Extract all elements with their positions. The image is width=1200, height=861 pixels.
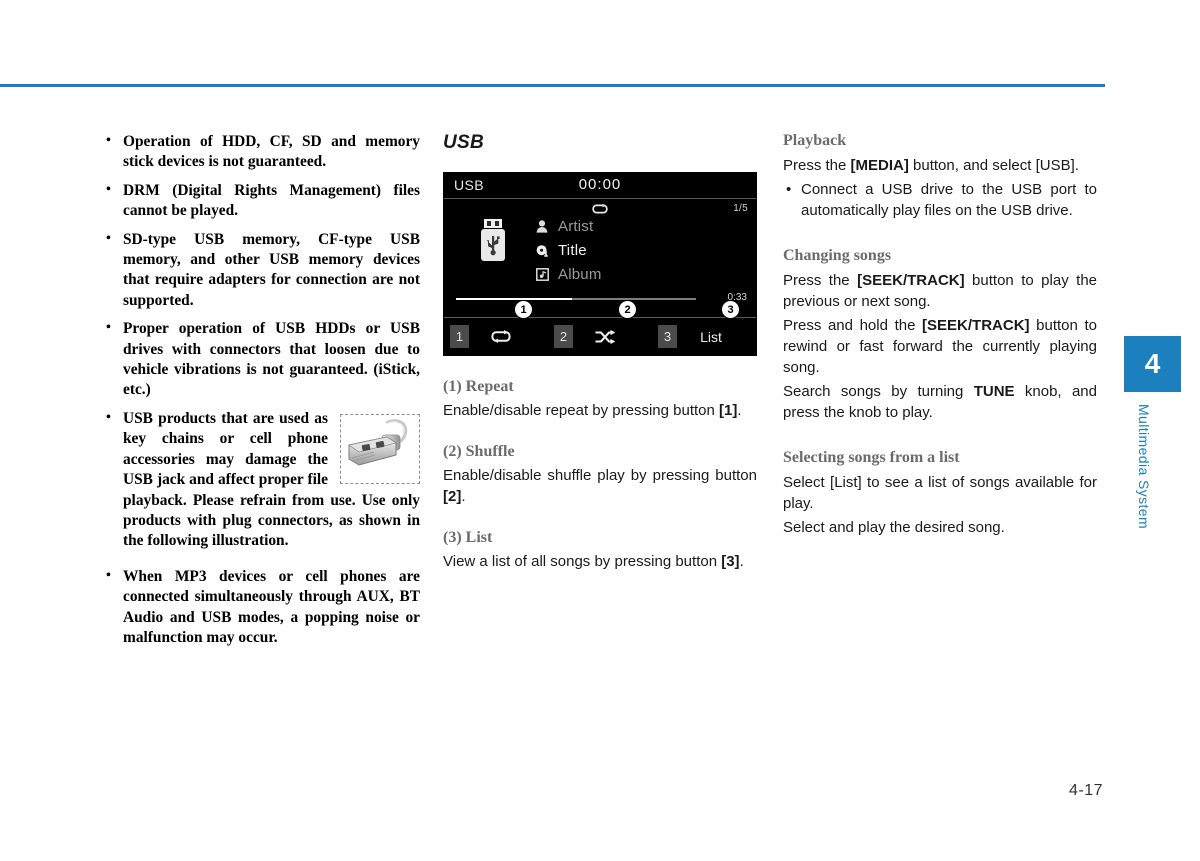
chapter-number-tab: 4: [1124, 336, 1181, 392]
subsection-heading-shuffle: (2) Shuffle: [443, 443, 515, 460]
subsection-heading-list: (3) List: [443, 529, 493, 546]
usb-limitations-list: Operation of HDD, CF, SD and memory stic…: [98, 131, 420, 649]
note-text: SD-type USB memory, CF-type USB memory, …: [123, 230, 420, 309]
callout-badge-3: 3: [721, 300, 740, 319]
shuffle-button[interactable]: 2: [548, 318, 652, 355]
usb-drive-icon: [477, 219, 509, 263]
callout-badge-1: 1: [514, 300, 533, 319]
page-number: 4-17: [1068, 782, 1103, 799]
heading-playback: Playback: [783, 132, 847, 149]
metadata-row-title: Title: [534, 238, 602, 262]
right-column: Playback Press the [MEDIA] button, and s…: [783, 132, 1097, 541]
changing-songs-p3: Search songs by turning TUNE knob, and p…: [783, 381, 1097, 423]
list-item: Operation of HDD, CF, SD and memory stic…: [98, 131, 420, 173]
chapter-name-label: Multimedia System: [1136, 404, 1152, 530]
left-column: Operation of HDD, CF, SD and memory stic…: [98, 131, 420, 657]
list-item: USB products that are used as key chains…: [98, 408, 420, 559]
list-item: Proper operation of USB HDDs or USB driv…: [98, 318, 420, 401]
screen-control-bar: 1 2 3 List: [444, 317, 756, 355]
usb-plug-photo: [340, 413, 420, 484]
screen-clock: 00:00: [578, 176, 622, 193]
selecting-songs-p1: Select [List] to see a list of songs ava…: [783, 474, 1097, 512]
screen-now-playing: Artist Title Album: [444, 217, 756, 285]
head-unit-screen-mockup: USB 00:00 1/5 Artist Title Album 0:33 1 …: [443, 172, 757, 356]
body-pre: Enable/disable repeat by pressing button: [443, 402, 720, 419]
body-bold: [1]: [719, 402, 738, 419]
para-bold: TUNE: [973, 383, 1015, 400]
track-metadata: Artist Title Album: [534, 214, 602, 286]
para-bold: [SEEK/TRACK]: [922, 317, 1030, 334]
metadata-row-album: Album: [534, 262, 602, 286]
changing-songs-p2: Press and hold the [SEEK/TRACK] button t…: [783, 315, 1097, 378]
body-bold: [2]: [443, 488, 462, 505]
repeat-button[interactable]: 1: [444, 318, 548, 355]
para-pre: Press the: [783, 272, 858, 289]
album-art-icon: [534, 267, 550, 281]
list-item: When MP3 devices or cell phones are conn…: [98, 566, 420, 649]
screen-track-count: 1/5: [733, 203, 748, 214]
metadata-title: Title: [558, 241, 587, 259]
metadata-row-artist: Artist: [534, 214, 602, 238]
subsection-body-list: View a list of all songs by pressing but…: [443, 551, 757, 572]
playback-progress[interactable]: 0:33: [444, 292, 756, 310]
section-heading-usb: USB: [443, 132, 485, 153]
body-post: .: [461, 488, 466, 505]
note-text: When MP3 devices or cell phones are conn…: [123, 567, 420, 647]
note-text: Proper operation of USB HDDs or USB driv…: [123, 320, 420, 399]
para-pre: Press and hold the: [783, 317, 923, 334]
list-button[interactable]: 3 List: [652, 318, 756, 355]
para-pre: Search songs by turning: [783, 383, 974, 400]
note-text: Operation of HDD, CF, SD and memory stic…: [123, 133, 420, 171]
note-text: DRM (Digital Rights Management) files ca…: [123, 181, 420, 220]
subsection-body-repeat: Enable/disable repeat by pressing button…: [443, 400, 757, 421]
playback-bullets: Connect a USB drive to the USB port to a…: [783, 179, 1097, 221]
manual-page: Operation of HDD, CF, SD and memory stic…: [0, 0, 1200, 861]
list-item: SD-type USB memory, CF-type USB memory, …: [98, 229, 420, 312]
header-rule: [0, 84, 1105, 87]
para-bold: [SEEK/TRACK]: [857, 272, 965, 289]
para-post: button, and select [USB].: [908, 157, 1079, 174]
body-post: .: [739, 553, 744, 570]
artist-person-icon: [534, 219, 550, 233]
title-note-icon: [534, 244, 550, 257]
middle-column: USB USB 00:00 1/5 Artist Title Album 0:3…: [443, 132, 757, 572]
heading-changing-songs: Changing songs: [783, 247, 892, 264]
list-item: DRM (Digital Rights Management) files ca…: [98, 180, 420, 222]
body-bold: [3]: [721, 553, 740, 570]
changing-songs-p1: Press the [SEEK/TRACK] button to play th…: [783, 270, 1097, 312]
subsection-heading-repeat: (1) Repeat: [443, 378, 514, 395]
button-number-3: 3: [658, 325, 677, 348]
body-pre: View a list of all songs by pressing but…: [443, 553, 722, 570]
para-bold: [MEDIA]: [850, 157, 909, 174]
subsection-body-shuffle: Enable/disable shuffle play by pressing …: [443, 465, 757, 507]
body-post: .: [737, 402, 742, 419]
body-pre: Enable/disable shuffle play by pressing …: [443, 467, 757, 484]
list-item: Connect a USB drive to the USB port to a…: [783, 179, 1097, 221]
bullet-text: Connect a USB drive to the USB port to a…: [801, 181, 1097, 219]
metadata-artist: Artist: [558, 217, 594, 235]
progress-fill: [456, 298, 572, 300]
playback-instruction: Press the [MEDIA] button, and select [US…: [783, 155, 1097, 176]
heading-selecting-songs: Selecting songs from a list: [783, 449, 960, 466]
callout-badge-2: 2: [618, 300, 637, 319]
button-number-2: 2: [554, 325, 573, 348]
selecting-songs-p2: Select and play the desired song.: [783, 519, 1005, 536]
button-number-1: 1: [450, 325, 469, 348]
para-pre: Press the: [783, 157, 851, 174]
metadata-album: Album: [558, 265, 602, 283]
